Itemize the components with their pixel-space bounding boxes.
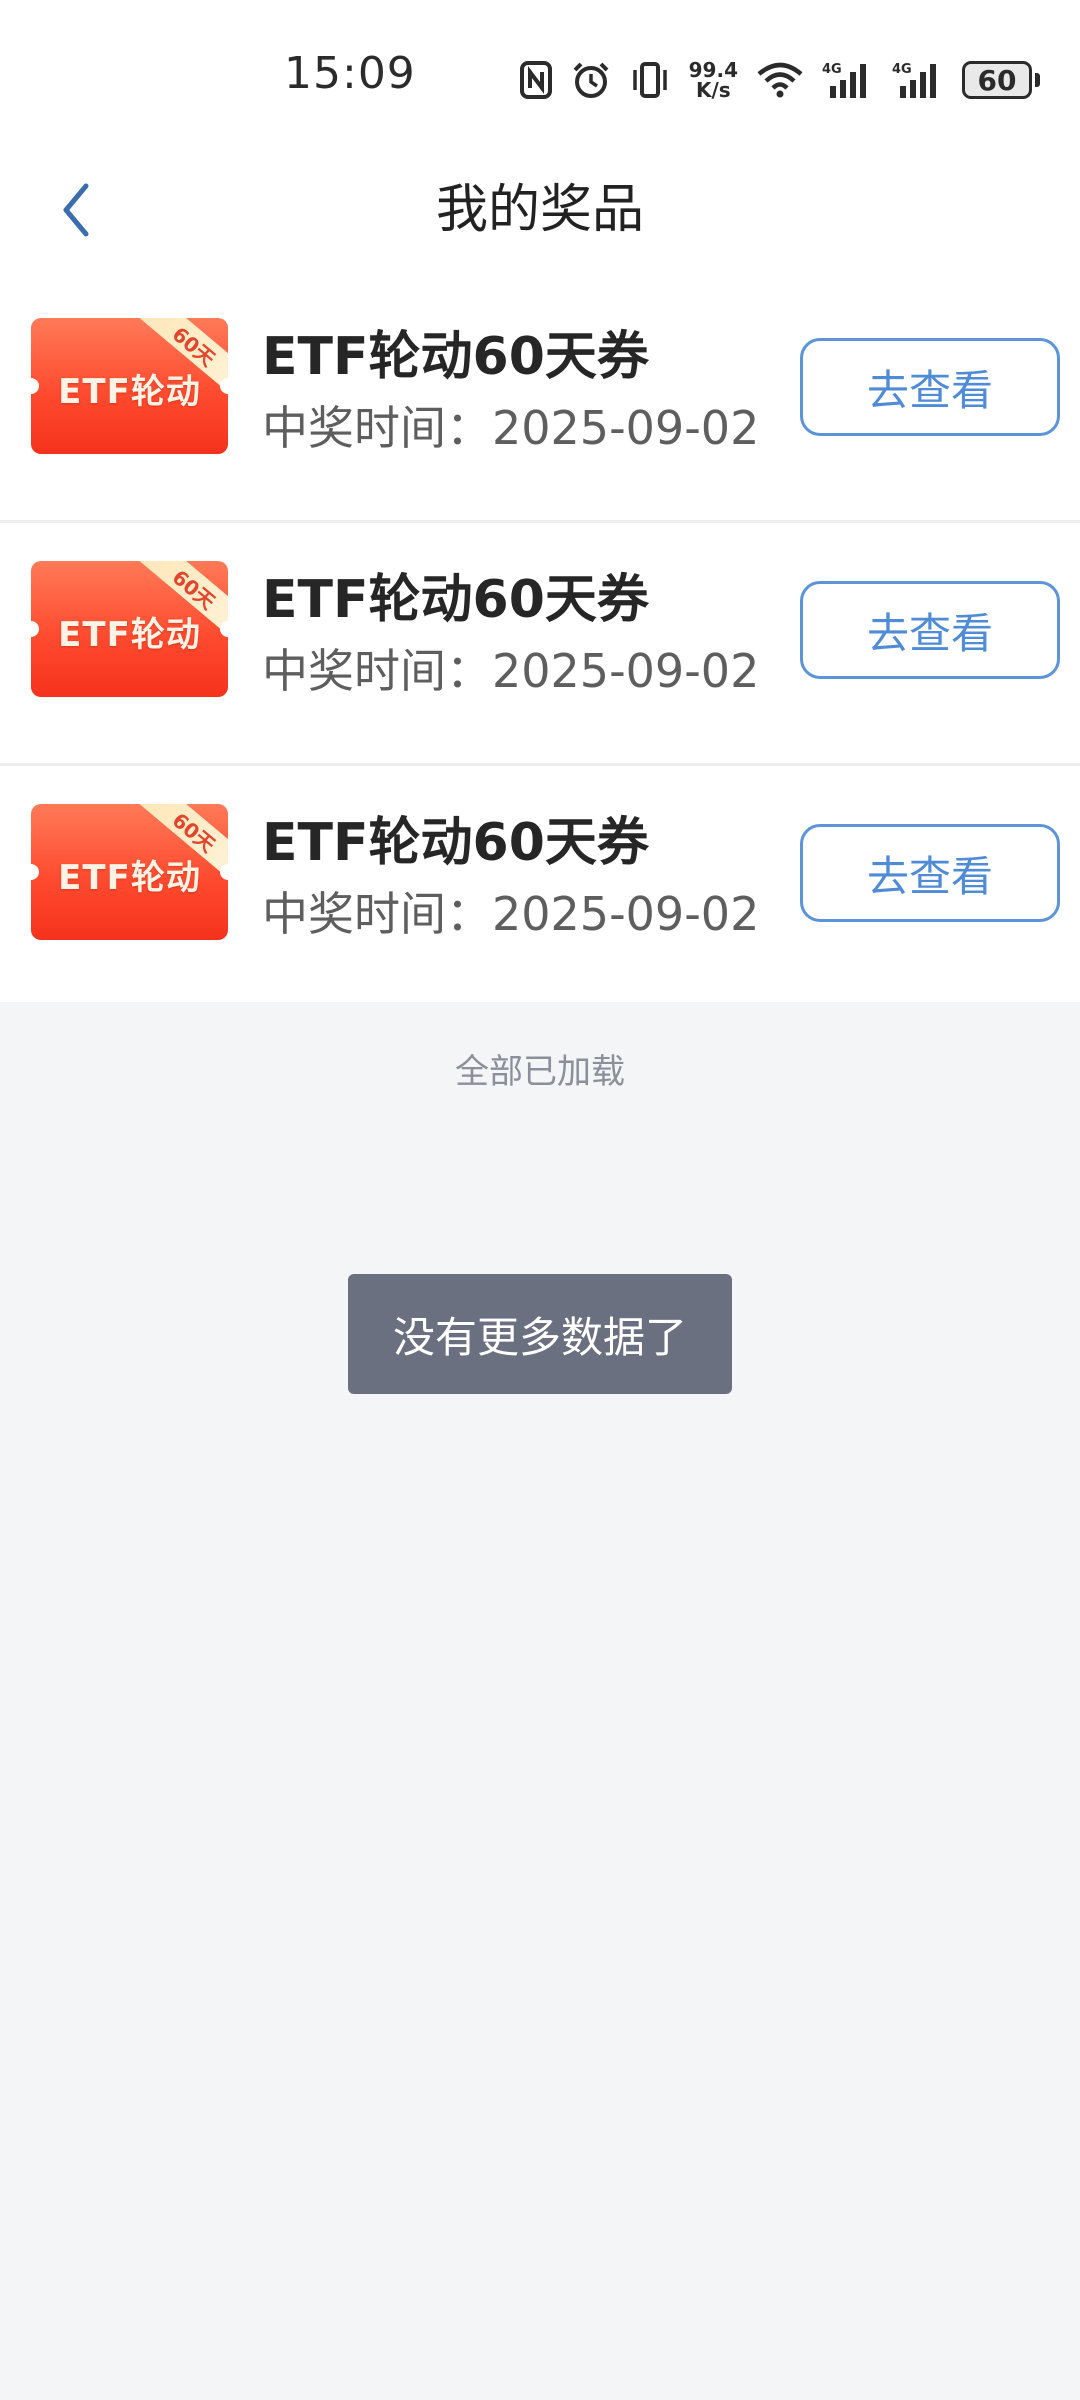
network-label-1: 4G <box>822 62 842 77</box>
page-title: 我的奖品 <box>435 180 644 240</box>
prize-row: 60天 ETF轮动 ETF轮动60天券 中奖时间：2025-09-02 去查看 <box>0 766 1080 1002</box>
status-time: 15:09 <box>284 48 416 99</box>
network-label-2: 4G <box>892 62 912 77</box>
alarm-icon <box>571 60 611 100</box>
prize-name: ETF轮动60天券 <box>262 813 649 873</box>
prize-row: 60天 ETF轮动 ETF轮动60天券 中奖时间：2025-09-02 去查看 <box>0 280 1080 523</box>
prize-time: 中奖时间：2025-09-02 <box>262 644 760 698</box>
status-bar: 15:09 99.4 K/s 4G 4G 60 <box>0 0 1080 160</box>
prize-name: ETF轮动60天券 <box>262 327 649 387</box>
coupon-label: ETF轮动 <box>58 372 201 412</box>
signal-icon: 4G <box>822 60 874 100</box>
status-icons: 99.4 K/s 4G 4G 60 <box>519 52 1040 108</box>
view-button[interactable]: 去查看 <box>800 824 1060 922</box>
network-speed: 99.4 K/s <box>689 60 738 100</box>
coupon-image: 60天 ETF轮动 <box>31 804 228 940</box>
prize-name: ETF轮动60天券 <box>262 570 649 630</box>
nav-bar: 我的奖品 <box>0 160 1080 280</box>
prize-row: 60天 ETF轮动 ETF轮动60天券 中奖时间：2025-09-02 去查看 <box>0 523 1080 766</box>
signal-icon-2: 4G <box>892 60 944 100</box>
speed-value: 99.4 <box>688 58 738 82</box>
battery-icon: 60 <box>962 61 1040 99</box>
view-button[interactable]: 去查看 <box>800 338 1060 436</box>
battery-tip <box>1035 73 1040 87</box>
wifi-icon <box>756 60 804 100</box>
view-button[interactable]: 去查看 <box>800 581 1060 679</box>
prize-time: 中奖时间：2025-09-02 <box>262 401 760 455</box>
all-loaded-text: 全部已加载 <box>455 1052 625 1092</box>
prize-list: 60天 ETF轮动 ETF轮动60天券 中奖时间：2025-09-02 去查看 … <box>0 280 1080 1002</box>
toast-message: 没有更多数据了 <box>348 1274 732 1394</box>
nfc-icon <box>519 60 553 100</box>
prize-time: 中奖时间：2025-09-02 <box>262 887 760 941</box>
vibrate-icon <box>629 60 671 100</box>
coupon-label: ETF轮动 <box>58 615 201 655</box>
coupon-image: 60天 ETF轮动 <box>31 561 228 697</box>
speed-unit: K/s <box>695 78 731 102</box>
coupon-image: 60天 ETF轮动 <box>31 318 228 454</box>
coupon-label: ETF轮动 <box>58 858 201 898</box>
battery-level: 60 <box>962 61 1032 99</box>
